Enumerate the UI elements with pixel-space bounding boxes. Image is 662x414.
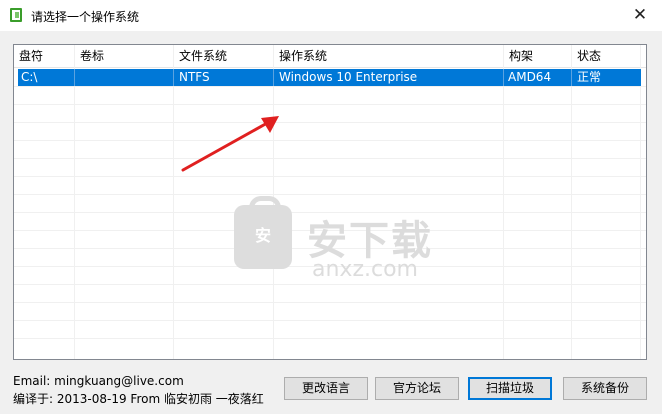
cell-divider xyxy=(173,69,174,86)
cell-divider xyxy=(503,69,504,86)
column-header-filesystem[interactable]: 文件系统 xyxy=(174,45,273,67)
grid-row-line xyxy=(14,338,646,339)
cell-os: Windows 10 Enterprise xyxy=(279,70,418,84)
column-header-status[interactable]: 状态 xyxy=(572,45,640,67)
cell-arch: AMD64 xyxy=(508,70,552,84)
title-bar: 请选择一个操作系统 ✕ xyxy=(0,0,662,31)
grid-row-line xyxy=(14,302,646,303)
window-title: 请选择一个操作系统 xyxy=(31,10,140,24)
grid-row-line xyxy=(14,320,646,321)
grid-row-line xyxy=(14,140,646,141)
system-backup-button[interactable]: 系统备份 xyxy=(563,377,647,400)
column-header-drive[interactable]: 盘符 xyxy=(14,45,74,67)
grid-row-line xyxy=(14,86,646,87)
watermark-badge: 安 xyxy=(254,226,271,245)
cell-divider xyxy=(571,69,572,86)
grid-column-line xyxy=(503,45,504,359)
cell-filesystem: NTFS xyxy=(179,70,210,84)
author-email: Email: mingkuang@live.com xyxy=(13,374,184,388)
watermark-subtitle: anxz.com xyxy=(312,257,418,282)
close-icon[interactable]: ✕ xyxy=(618,0,662,31)
column-header-arch[interactable]: 构架 xyxy=(504,45,571,67)
grid-column-line xyxy=(640,45,641,359)
change-language-button[interactable]: 更改语言 xyxy=(284,377,368,400)
grid-row-line xyxy=(14,122,646,123)
cell-drive: C:\ xyxy=(21,70,38,84)
watermark-bag-icon: 安 xyxy=(234,196,292,269)
grid-row-line xyxy=(14,176,646,177)
grid-column-line xyxy=(571,45,572,359)
table-row[interactable]: C:\ NTFS Windows 10 Enterprise AMD64 正常 xyxy=(18,69,641,86)
column-header-os[interactable]: 操作系统 xyxy=(274,45,503,67)
grid-row-line xyxy=(14,284,646,285)
grid-row-line xyxy=(14,104,646,105)
cell-label xyxy=(75,69,173,86)
os-list[interactable]: 盘符 卷标 文件系统 操作系统 构架 状态 C:\ NTFS Windows 1… xyxy=(13,44,647,360)
scan-junk-button[interactable]: 扫描垃圾 xyxy=(468,377,552,400)
column-header-label[interactable]: 卷标 xyxy=(75,45,173,67)
grid-row-line xyxy=(14,194,646,195)
header-divider xyxy=(14,67,646,68)
grid-column-line xyxy=(173,45,174,359)
grid-column-line xyxy=(74,45,75,359)
compile-info: 编译于: 2013-08-19 From 临安初雨 一夜落红 xyxy=(13,392,264,406)
forum-button[interactable]: 官方论坛 xyxy=(375,377,459,400)
cell-status: 正常 xyxy=(577,70,602,84)
grid-row-line xyxy=(14,158,646,159)
cell-divider xyxy=(273,69,274,86)
app-icon xyxy=(10,8,22,22)
annotation-arrow-icon xyxy=(181,116,279,172)
